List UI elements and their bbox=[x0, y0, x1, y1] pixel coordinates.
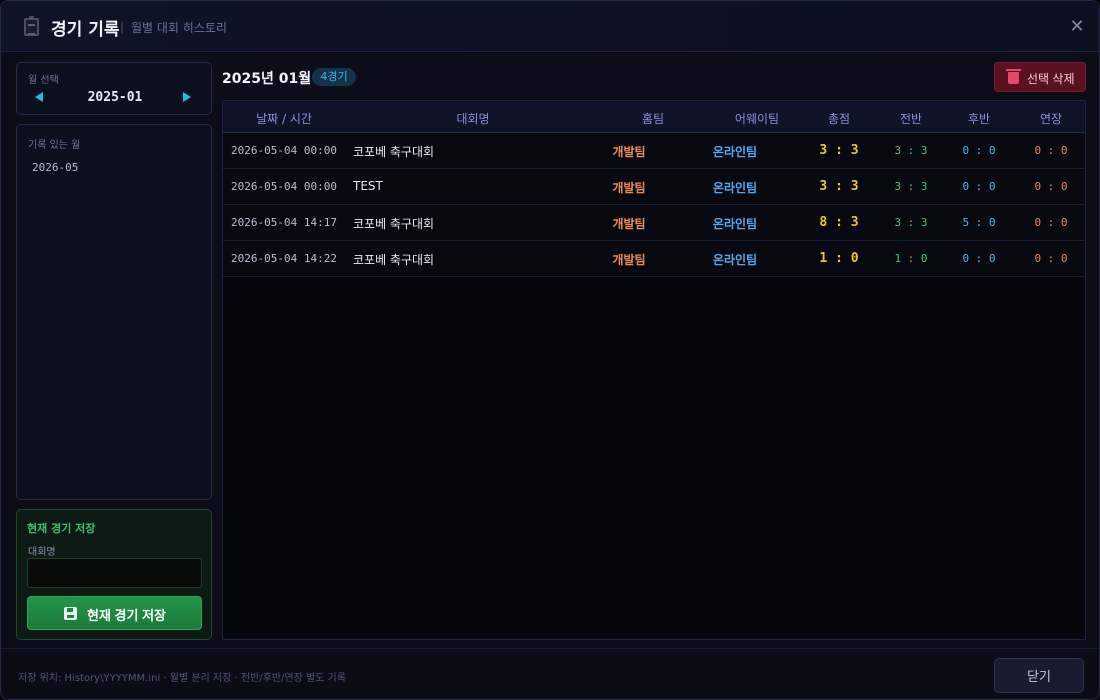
tournament-name: 코포베 축구대회 bbox=[353, 253, 435, 267]
extra-time-score: 0 : 0 bbox=[1034, 252, 1068, 265]
month-selector-label: 월 선택 bbox=[28, 75, 59, 86]
extra-time-score: 0 : 0 bbox=[1034, 180, 1068, 193]
tournament-name: 코포베 축구대회 bbox=[353, 217, 435, 231]
table-row[interactable]: 2026-05-04 14:22 코포베 축구대회 개발팀 온라인팀 1 : 0… bbox=[223, 241, 1085, 277]
title-separator: | bbox=[120, 20, 125, 34]
first-half-score: 3 : 3 bbox=[894, 216, 928, 229]
home-team: 개발팀 bbox=[612, 181, 646, 195]
recorded-months-panel: 기록 있는 월 2026-05 bbox=[16, 124, 212, 500]
match-history-window: 경기 기록 | 월별 대회 히스토리 ✕ 월 선택 2025-01 기록 있는 … bbox=[0, 0, 1100, 700]
month-selector: 월 선택 2025-01 bbox=[16, 62, 212, 115]
home-team: 개발팀 bbox=[612, 217, 646, 231]
second-half-score: 5 : 0 bbox=[962, 216, 996, 229]
floppy-disk-icon bbox=[64, 607, 77, 620]
match-date: 2026-05-04 14:17 bbox=[231, 216, 337, 229]
selected-month-title: 2025년 01월 bbox=[222, 71, 312, 87]
clipboard-icon bbox=[24, 16, 39, 36]
second-half-score: 0 : 0 bbox=[962, 252, 996, 265]
tournament-name-label: 대회명 bbox=[28, 547, 56, 558]
total-score: 8 : 3 bbox=[819, 215, 859, 230]
trash-icon bbox=[1006, 69, 1021, 84]
close-button[interactable]: 닫기 bbox=[994, 658, 1084, 693]
second-half-score: 0 : 0 bbox=[962, 144, 996, 157]
window-title: 경기 기록 bbox=[51, 20, 120, 40]
header-total: 총점 bbox=[827, 112, 851, 126]
away-team: 온라인팀 bbox=[712, 145, 758, 159]
save-match-button[interactable]: 현재 경기 저장 bbox=[27, 596, 202, 630]
save-match-panel: 현재 경기 저장 대회명 현재 경기 저장 bbox=[16, 509, 212, 640]
title-bar: 경기 기록 | 월별 대회 히스토리 ✕ bbox=[1, 1, 1099, 52]
previous-month-icon[interactable] bbox=[35, 92, 43, 102]
total-score: 3 : 3 bbox=[819, 143, 859, 158]
selected-month: 2025-01 bbox=[87, 90, 143, 105]
recorded-months-label: 기록 있는 월 bbox=[28, 140, 81, 151]
footer-bar: 저장 위치: History\YYYYMM.ini · 월별 분리 저장 · 전… bbox=[1, 648, 1099, 699]
window-subtitle: 월별 대회 히스토리 bbox=[131, 21, 227, 35]
table-row[interactable]: 2026-05-04 00:00 코포베 축구대회 개발팀 온라인팀 3 : 3… bbox=[223, 133, 1085, 169]
extra-time-score: 0 : 0 bbox=[1034, 216, 1068, 229]
next-month-icon[interactable] bbox=[183, 92, 191, 102]
storage-location-note: 저장 위치: History\YYYYMM.ini · 월별 분리 저장 · 전… bbox=[18, 673, 346, 684]
table-header: 날짜 / 시간 대회명 홈팀 어웨이팀 총점 전반 후반 연장 bbox=[223, 101, 1085, 133]
match-count-badge: 4경기 bbox=[312, 68, 356, 86]
tournament-name-input[interactable] bbox=[27, 558, 202, 588]
header-first-half: 전반 bbox=[899, 112, 923, 126]
recorded-month-item[interactable]: 2026-05 bbox=[32, 161, 78, 174]
total-score: 3 : 3 bbox=[819, 179, 859, 194]
save-match-button-label: 현재 경기 저장 bbox=[87, 608, 166, 623]
extra-time-score: 0 : 0 bbox=[1034, 144, 1068, 157]
header-second-half: 후반 bbox=[967, 112, 991, 126]
away-team: 온라인팀 bbox=[712, 181, 758, 195]
close-icon[interactable]: ✕ bbox=[1067, 17, 1087, 37]
away-team: 온라인팀 bbox=[712, 217, 758, 231]
first-half-score: 3 : 3 bbox=[894, 144, 928, 157]
table-row[interactable]: 2026-05-04 00:00 TEST 개발팀 온라인팀 3 : 3 3 :… bbox=[223, 169, 1085, 205]
delete-selected-label: 선택 삭제 bbox=[1027, 72, 1075, 86]
total-score: 1 : 0 bbox=[819, 251, 859, 266]
first-half-score: 1 : 0 bbox=[894, 252, 928, 265]
header-date: 날짜 / 시간 bbox=[256, 112, 312, 126]
match-date: 2026-05-04 00:00 bbox=[231, 144, 337, 157]
second-half-score: 0 : 0 bbox=[962, 180, 996, 193]
delete-selected-button[interactable]: 선택 삭제 bbox=[994, 62, 1086, 92]
home-team: 개발팀 bbox=[612, 145, 646, 159]
match-date: 2026-05-04 00:00 bbox=[231, 180, 337, 193]
tournament-name: 코포베 축구대회 bbox=[353, 145, 435, 159]
match-table: 날짜 / 시간 대회명 홈팀 어웨이팀 총점 전반 후반 연장 2026-05-… bbox=[222, 100, 1086, 640]
header-home-team: 홈팀 bbox=[641, 112, 665, 126]
match-date: 2026-05-04 14:22 bbox=[231, 252, 337, 265]
save-panel-title: 현재 경기 저장 bbox=[27, 522, 96, 535]
away-team: 온라인팀 bbox=[712, 253, 758, 267]
header-away-team: 어웨이팀 bbox=[734, 112, 780, 126]
header-tournament: 대회명 bbox=[456, 112, 490, 126]
first-half-score: 3 : 3 bbox=[894, 180, 928, 193]
header-extra-time: 연장 bbox=[1039, 112, 1063, 126]
table-row[interactable]: 2026-05-04 14:17 코포베 축구대회 개발팀 온라인팀 8 : 3… bbox=[223, 205, 1085, 241]
home-team: 개발팀 bbox=[612, 253, 646, 267]
tournament-name: TEST bbox=[353, 179, 383, 193]
